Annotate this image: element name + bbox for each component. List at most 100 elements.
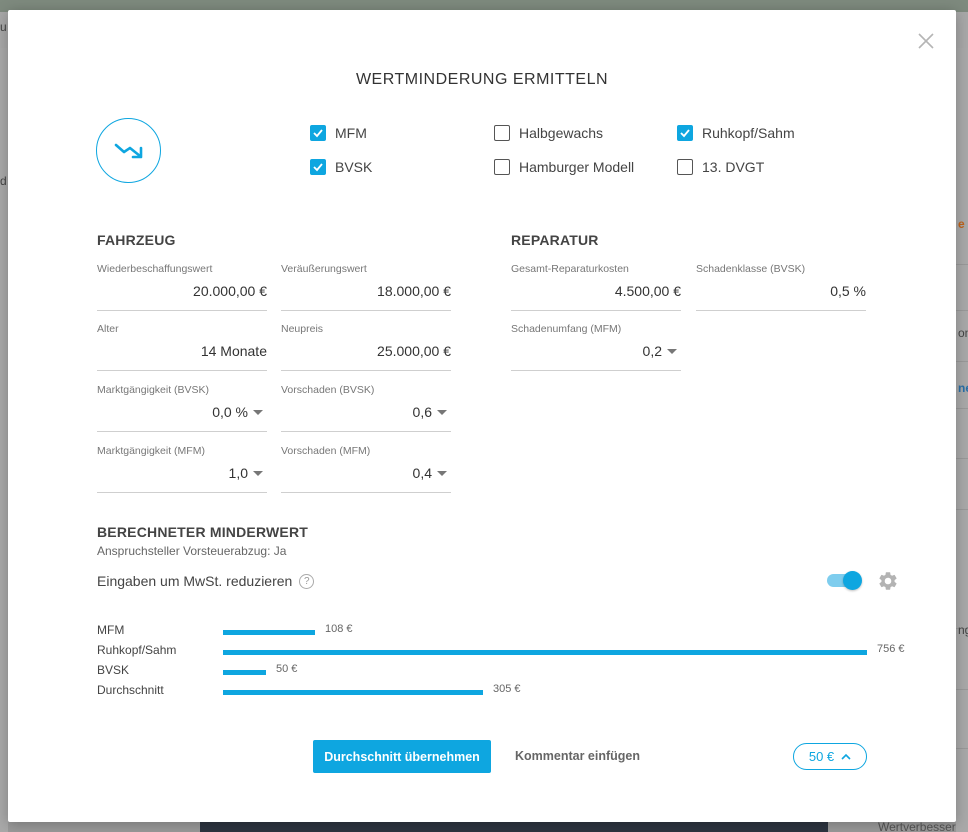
- field-label: Vorschaden (BVSK): [281, 384, 375, 396]
- checkmark-icon: [313, 163, 323, 172]
- vorsteuer-text: Anspruchsteller Vorsteuerabzug: Ja: [97, 544, 287, 558]
- field-label: Vorschaden (MFM): [281, 445, 371, 457]
- close-button[interactable]: [915, 30, 937, 52]
- field-value: 4.500,00 €: [614, 283, 681, 299]
- chevron-up-icon: [841, 753, 851, 760]
- section-heading-fahrzeug: FAHRZEUG: [97, 232, 176, 248]
- field-label: Neupreis: [281, 323, 324, 335]
- result-bar: [223, 690, 483, 695]
- section-heading-reparatur: REPARATUR: [511, 232, 599, 248]
- select-marktgaengigkeit-mfm[interactable]: Marktgängigkeit (MFM) 1,0: [97, 445, 267, 493]
- trend-down-icon: [114, 143, 143, 159]
- result-bar-value: 108 €: [325, 623, 353, 635]
- add-comment-button[interactable]: Kommentar einfügen: [515, 749, 640, 763]
- field-value: 0,2: [642, 343, 662, 359]
- background-bottom-bar: [200, 822, 828, 832]
- checkbox-box: [494, 125, 510, 141]
- checkbox-box: [310, 159, 326, 175]
- field-value: 0,0 %: [212, 404, 248, 420]
- help-icon[interactable]: ?: [299, 573, 315, 589]
- gear-icon: [879, 572, 897, 590]
- checkmark-icon: [680, 129, 690, 138]
- checkbox-halbgewachs[interactable]: Halbgewachs: [494, 124, 603, 142]
- field-label: Wiederbeschaffungswert: [97, 263, 213, 275]
- checkbox-box: [310, 125, 326, 141]
- amount-pill-button[interactable]: 50 €: [793, 743, 867, 770]
- result-bar-label: Durchschnitt: [97, 683, 164, 697]
- checkbox-label: Ruhkopf/Sahm: [702, 125, 795, 141]
- field-value: 0,5 %: [830, 283, 866, 299]
- background-text-fragment: ng: [958, 623, 968, 637]
- background-text-fragment: e: [958, 217, 965, 231]
- field-value: 0,4: [412, 465, 432, 481]
- result-bar: [223, 650, 867, 655]
- checkmark-icon: [313, 129, 323, 138]
- field-label: Schadenumfang (MFM): [511, 323, 622, 335]
- field-alter[interactable]: Alter 14 Monate: [97, 323, 267, 371]
- close-icon: [918, 33, 934, 49]
- field-label: Marktgängigkeit (BVSK): [97, 384, 210, 396]
- select-marktgaengigkeit-bvsk[interactable]: Marktgängigkeit (BVSK) 0,0 %: [97, 384, 267, 432]
- caret-down-icon: [253, 470, 263, 476]
- field-value: 0,6: [412, 404, 432, 420]
- field-label: Schadenklasse (BVSK): [696, 263, 806, 275]
- mwst-label: Eingaben um MwSt. reduzieren: [97, 573, 293, 589]
- result-bar-label: Ruhkopf/Sahm: [97, 643, 177, 657]
- settings-button[interactable]: [877, 570, 899, 592]
- apply-average-button[interactable]: Durchschnitt übernehmen: [313, 740, 491, 773]
- field-veraeusserungswert[interactable]: Veräußerungswert 18.000,00 €: [281, 263, 451, 311]
- result-bar-value: 756 €: [877, 643, 905, 655]
- select-vorschaden-mfm[interactable]: Vorschaden (MFM) 0,4: [281, 445, 451, 493]
- checkbox-box: [494, 159, 510, 175]
- toggle-knob: [843, 571, 862, 590]
- checkbox-mfm[interactable]: MFM: [310, 124, 367, 142]
- checkbox-box: [677, 125, 693, 141]
- checkbox-hamburger-modell[interactable]: Hamburger Modell: [494, 158, 634, 176]
- checkbox-label: 13. DVGT: [702, 159, 765, 175]
- select-vorschaden-bvsk[interactable]: Vorschaden (BVSK) 0,6: [281, 384, 451, 432]
- field-neupreis[interactable]: Neupreis 25.000,00 €: [281, 323, 451, 371]
- amount-value: 50 €: [808, 749, 835, 764]
- result-bar-label: BVSK: [97, 663, 130, 677]
- field-value: 18.000,00 €: [377, 283, 451, 299]
- checkbox-box: [677, 159, 693, 175]
- result-bar-value: 50 €: [276, 663, 298, 675]
- background-right-edge: [956, 48, 968, 832]
- modal-title: WERTMINDERUNG ERMITTELN: [355, 71, 609, 88]
- field-label: Alter: [97, 323, 119, 335]
- field-value: 14 Monate: [200, 343, 267, 359]
- field-label: Veräußerungswert: [281, 263, 367, 275]
- field-gesamt-reparaturkosten[interactable]: Gesamt-Reparaturkosten 4.500,00 €: [511, 263, 681, 311]
- background-text-fragment: u: [0, 20, 7, 34]
- caret-down-icon: [253, 409, 263, 415]
- caret-down-icon: [667, 348, 677, 354]
- background-text-fragment: ne: [958, 381, 968, 395]
- result-bar-label: MFM: [97, 623, 125, 637]
- background-text-fragment: d: [0, 174, 7, 188]
- mwst-toggle[interactable]: [827, 571, 863, 590]
- background-left-edge: [0, 48, 8, 832]
- field-value: 25.000,00 €: [377, 343, 451, 359]
- result-bar: [223, 670, 266, 675]
- checkbox-label: Halbgewachs: [519, 125, 604, 141]
- select-schadenumfang-mfm[interactable]: Schadenumfang (MFM) 0,2: [511, 323, 681, 371]
- result-bar: [223, 630, 315, 635]
- mwst-option: Eingaben um MwSt. reduzieren ?: [97, 573, 315, 589]
- field-label: Marktgängigkeit (MFM): [97, 445, 205, 457]
- depreciation-modal: WERTMINDERUNG ERMITTELN MFM BVSK Halbgew…: [8, 10, 956, 822]
- trend-badge: [96, 118, 161, 183]
- result-bar-value: 305 €: [493, 683, 521, 695]
- checkbox-ruhkopf-sahm[interactable]: Ruhkopf/Sahm: [677, 124, 795, 142]
- checkbox-13-dvgt[interactable]: 13. DVGT: [677, 158, 764, 176]
- field-wiederbeschaffungswert[interactable]: Wiederbeschaffungswert 20.000,00 €: [97, 263, 267, 311]
- background-text-fragment: on: [958, 326, 968, 340]
- caret-down-icon: [437, 470, 447, 476]
- field-label: Gesamt-Reparaturkosten: [511, 263, 629, 275]
- caret-down-icon: [437, 409, 447, 415]
- field-schadenklasse-bvsk[interactable]: Schadenklasse (BVSK) 0,5 %: [696, 263, 866, 311]
- field-value: 20.000,00 €: [193, 283, 267, 299]
- section-heading-result: BERECHNETER MINDERWERT: [97, 524, 309, 540]
- checkbox-bvsk[interactable]: BVSK: [310, 158, 372, 176]
- field-value: 1,0: [228, 465, 248, 481]
- checkbox-label: MFM: [335, 125, 367, 141]
